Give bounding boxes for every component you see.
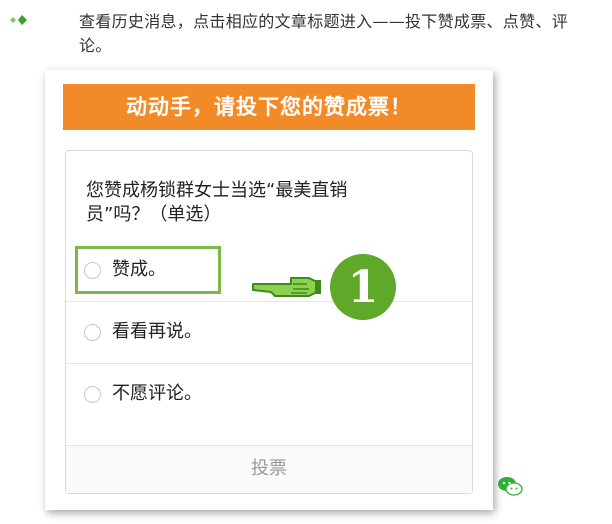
vote-button[interactable]: 投票 <box>66 445 472 493</box>
pointing-hand-icon <box>252 277 321 297</box>
highlight-box <box>75 246 221 294</box>
option-label: 看看再说。 <box>112 321 202 342</box>
vote-banner: 动动手，请投下您的赞成票！ <box>63 84 475 130</box>
divider <box>66 301 472 302</box>
option-label: 不愿评论。 <box>112 383 202 404</box>
instruction-text: 查看历史消息，点击相应的文章标题进入——投下赞成票、点赞、评论。 <box>79 12 569 55</box>
vote-question: 您赞成杨锁群女士当选“最美直销员”吗？（单选） <box>86 180 348 225</box>
option-no-comment[interactable]: 不愿评论。 <box>66 365 472 425</box>
radio-button[interactable] <box>84 324 101 341</box>
divider <box>66 363 472 364</box>
step-number: 1 <box>348 262 379 313</box>
radio-button[interactable] <box>84 386 101 403</box>
vote-card: 您赞成杨锁群女士当选“最美直销员”吗？（单选） 赞成。 看看再说。 不愿评论。 … <box>65 150 473 494</box>
green-diamond-bullet-icon <box>10 15 27 25</box>
wechat-icon <box>498 477 523 496</box>
step-number-badge: 1 <box>330 254 396 320</box>
option-wait[interactable]: 看看再说。 <box>66 303 472 363</box>
